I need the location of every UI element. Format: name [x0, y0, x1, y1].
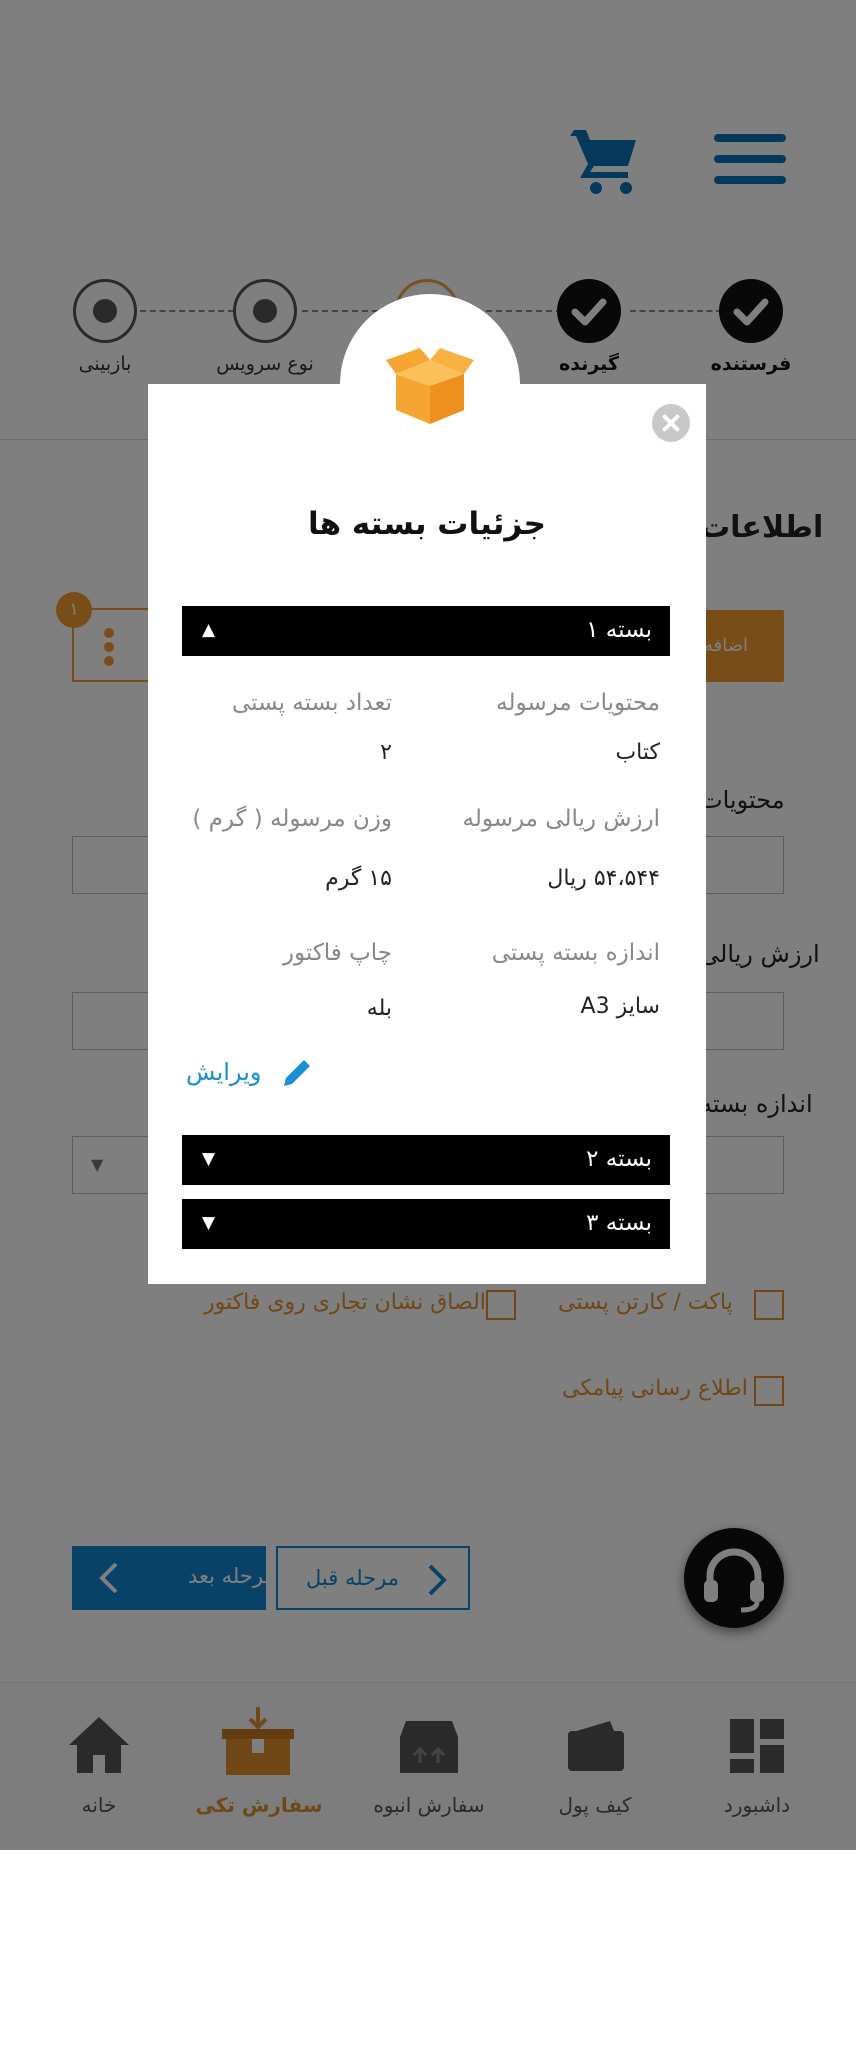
modal-icon-badge	[340, 294, 520, 474]
close-icon[interactable]	[652, 404, 690, 442]
weight-detail-label: وزن مرسوله ( گرم )	[192, 806, 392, 832]
chevron-down-icon: ▼	[202, 1213, 216, 1233]
package-2-header[interactable]: بسته ۲ ▼	[182, 1135, 670, 1185]
modal-title: جزئیات بسته ها	[307, 506, 547, 542]
count-detail-label: تعداد بسته پستی	[231, 690, 392, 716]
open-box-icon	[386, 348, 474, 424]
contents-detail-value: کتاب	[615, 740, 660, 765]
pencil-icon	[284, 1060, 310, 1086]
invoice-detail-value: بله	[366, 996, 392, 1021]
chevron-up-icon: ▲	[202, 620, 216, 640]
package-1-header[interactable]: بسته ۱ ▲	[182, 606, 670, 656]
package-1-label: بسته ۱	[586, 617, 652, 643]
size-detail-value: سایز A3	[580, 994, 660, 1019]
contents-detail-label: محتویات مرسوله	[496, 690, 660, 716]
package-3-header[interactable]: بسته ۳ ▼	[182, 1199, 670, 1249]
edit-package-button[interactable]: ویرایش	[186, 1054, 316, 1094]
value-detail-value: ۵۴،۵۴۴ ریال	[547, 866, 660, 891]
edit-label: ویرایش	[186, 1058, 262, 1086]
invoice-detail-label: چاپ فاکتور	[282, 940, 392, 966]
size-detail-label: اندازه بسته پستی	[491, 940, 660, 966]
value-detail-label: ارزش ریالی مرسوله	[462, 806, 661, 832]
weight-detail-value: ۱۵ گرم	[325, 866, 392, 891]
count-detail-value: ۲	[380, 740, 392, 765]
package-3-label: بسته ۳	[586, 1210, 652, 1236]
chevron-down-icon: ▼	[202, 1149, 216, 1169]
package-2-label: بسته ۲	[586, 1146, 652, 1172]
